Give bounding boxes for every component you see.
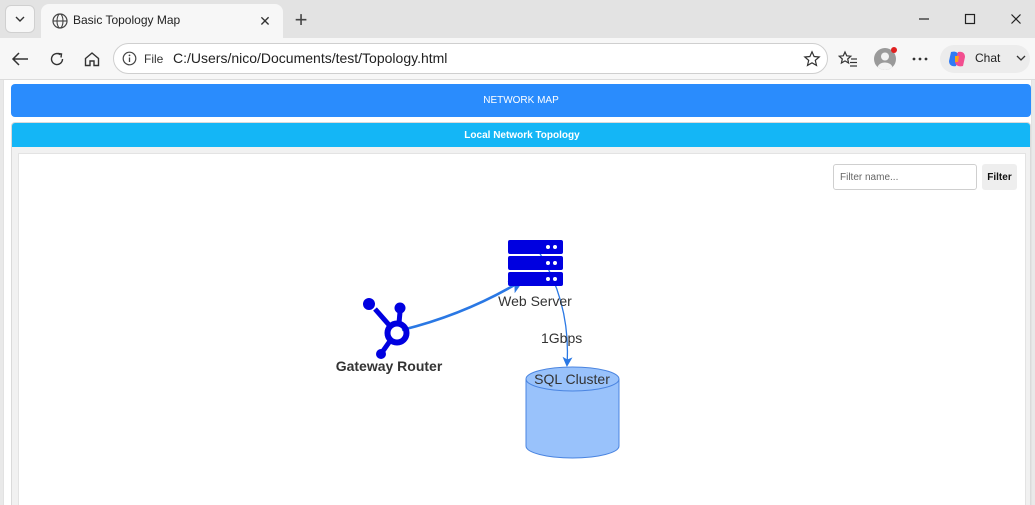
edge-label-1gbps: 1Gbps bbox=[541, 330, 582, 346]
minimize-icon[interactable] bbox=[913, 8, 935, 30]
chevron-down-icon bbox=[1016, 55, 1026, 61]
filter-button[interactable]: Filter bbox=[982, 164, 1017, 190]
filter-name-input[interactable] bbox=[833, 164, 977, 190]
browser-toolbar: File Chat bbox=[0, 38, 1035, 80]
node-label-gateway-router: Gateway Router bbox=[336, 358, 443, 374]
maximize-icon[interactable] bbox=[959, 8, 981, 30]
chevron-down-icon bbox=[15, 16, 25, 22]
favorite-star-icon[interactable] bbox=[803, 50, 821, 68]
topology-canvas: 1Gbps Gateway Router Web Server SQL Clus… bbox=[18, 153, 1026, 505]
notification-dot bbox=[891, 47, 897, 53]
close-window-icon[interactable] bbox=[1005, 8, 1027, 30]
tab-title: Basic Topology Map bbox=[73, 13, 181, 27]
url-input[interactable] bbox=[173, 50, 773, 66]
tab-active[interactable]: Basic Topology Map ✕ bbox=[41, 4, 283, 38]
file-scheme-label: File bbox=[144, 52, 164, 66]
topology-graph: 1Gbps Gateway Router Web Server SQL Clus… bbox=[336, 240, 620, 459]
topology-panel: Local Network Topology 1Gbps Gateway Rou… bbox=[11, 122, 1031, 505]
refresh-icon[interactable] bbox=[45, 48, 69, 70]
node-gateway-router[interactable]: Gateway Router bbox=[336, 298, 443, 374]
node-web-server[interactable]: Web Server bbox=[498, 240, 572, 309]
tab-list-button[interactable] bbox=[5, 5, 35, 33]
favorites-icon[interactable] bbox=[838, 49, 858, 69]
server-icon bbox=[508, 240, 563, 286]
more-options-icon[interactable] bbox=[910, 49, 930, 69]
address-bar[interactable]: File bbox=[113, 43, 828, 74]
panel-title: Local Network Topology bbox=[12, 123, 1030, 147]
network-map-banner: NETWORK MAP bbox=[11, 84, 1031, 117]
node-label-web-server: Web Server bbox=[498, 293, 572, 309]
page-viewport: NETWORK MAP Local Network Topology 1Gbps… bbox=[3, 80, 1032, 505]
node-label-sql-cluster: SQL Cluster bbox=[534, 371, 610, 387]
home-icon[interactable] bbox=[80, 48, 104, 70]
copilot-chat-button[interactable]: Chat bbox=[940, 45, 1030, 73]
chat-label: Chat bbox=[975, 51, 1001, 65]
globe-icon bbox=[52, 13, 68, 29]
copilot-icon bbox=[949, 51, 965, 67]
back-icon[interactable] bbox=[8, 48, 32, 70]
node-sql-cluster[interactable]: SQL Cluster bbox=[525, 366, 620, 459]
tab-strip: Basic Topology Map ✕ + bbox=[0, 0, 1035, 38]
new-tab-icon[interactable]: + bbox=[290, 9, 312, 31]
browser-window: Basic Topology Map ✕ + File C:/Users/nic… bbox=[0, 0, 1035, 505]
hub-icon bbox=[363, 298, 410, 359]
info-icon[interactable] bbox=[122, 51, 137, 66]
close-tab-icon[interactable]: ✕ bbox=[257, 13, 273, 29]
